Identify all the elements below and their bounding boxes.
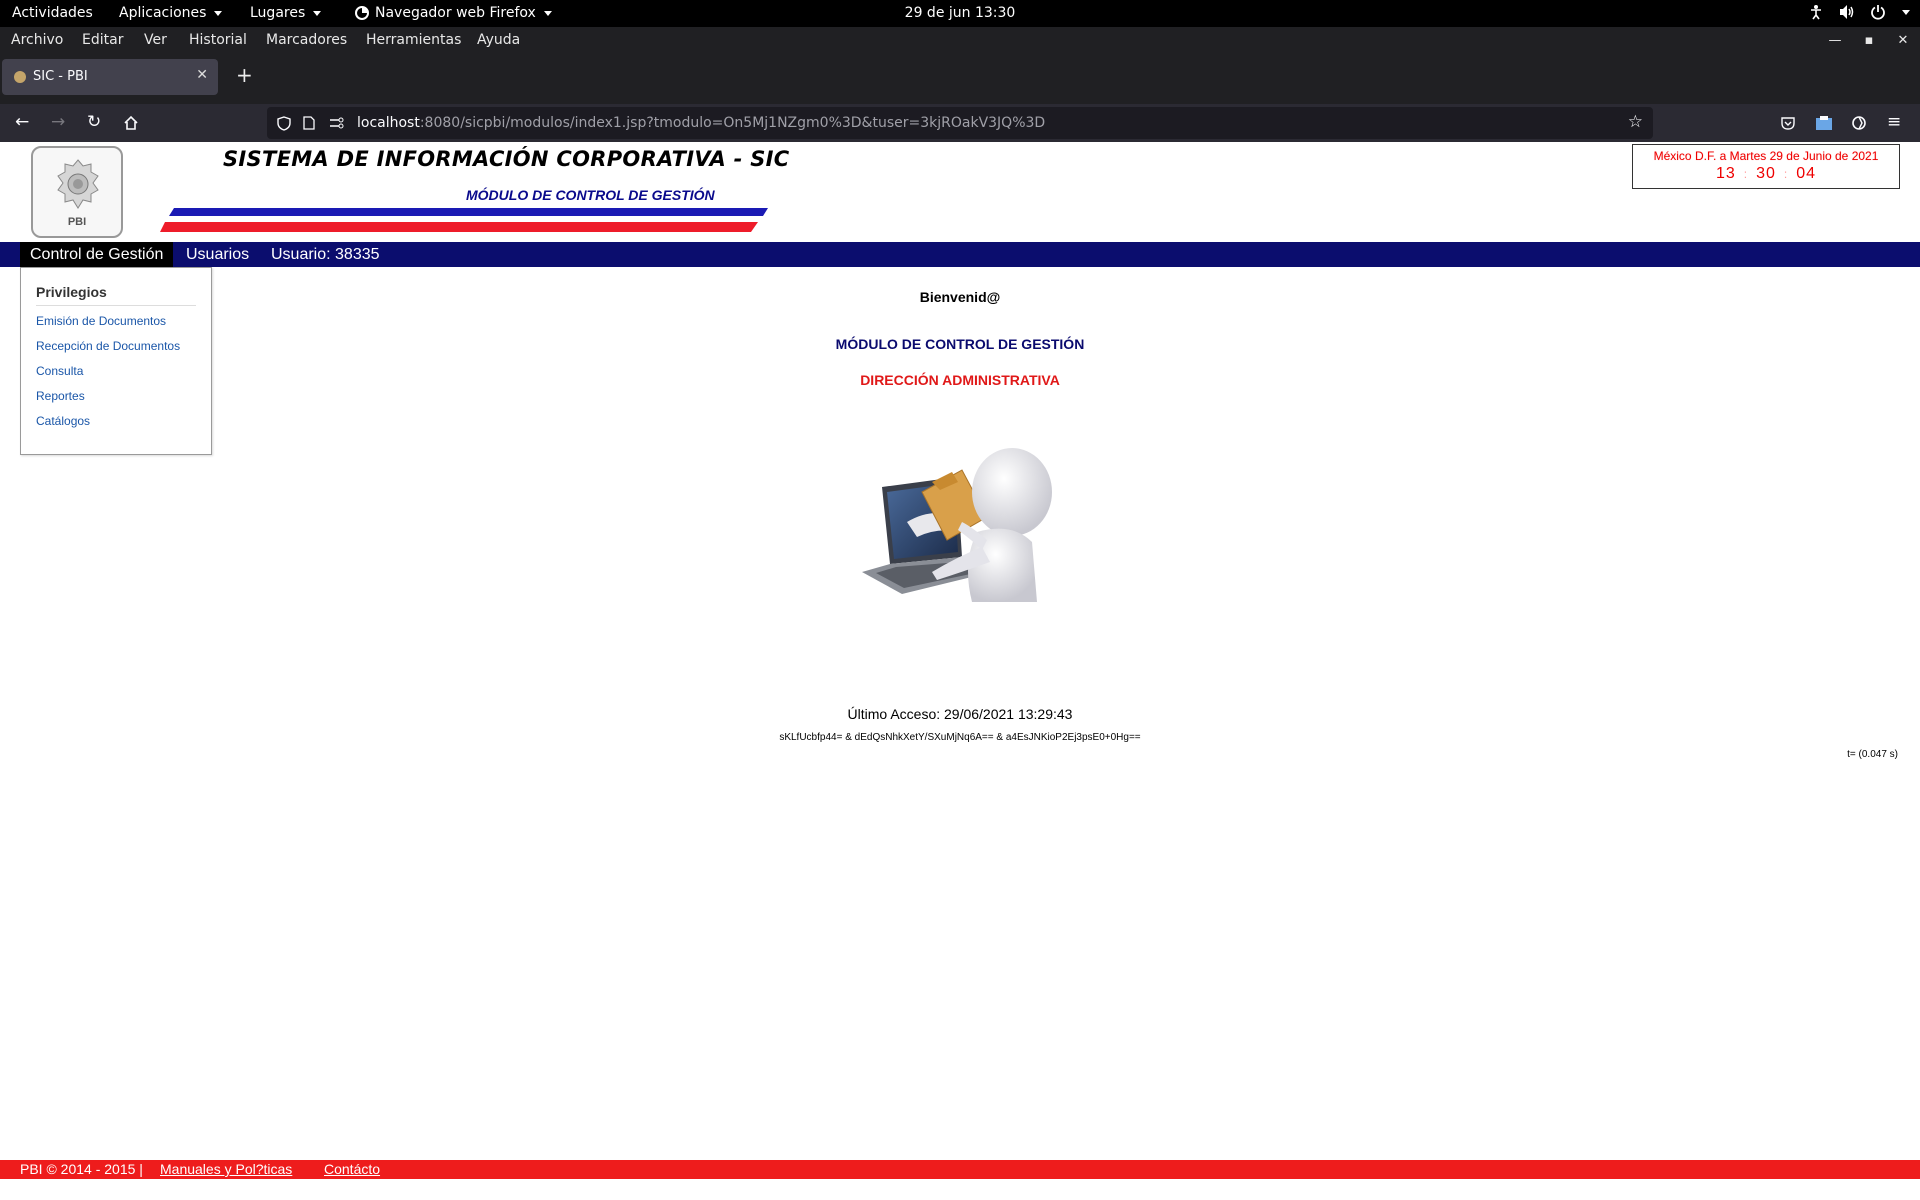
date-time-box: México D.F. a Martes 29 de Junio de 2021… bbox=[1632, 144, 1900, 189]
session-tokens: sKLfUcbfp44= & dEdQsNhkXetY/SXuMjNq6A== … bbox=[779, 732, 1141, 743]
clock-seconds: 04 bbox=[1796, 165, 1817, 182]
clock-hours: 13 bbox=[1715, 165, 1736, 182]
window-controls: — ▪ ✕ bbox=[1818, 33, 1920, 48]
accessibility-icon bbox=[1811, 5, 1821, 20]
system-title: SISTEMA DE INFORMACIÓN CORPORATIVA - SIC bbox=[223, 147, 790, 171]
date-text: México D.F. a Martes 29 de Junio de 2021 bbox=[1653, 149, 1879, 163]
last-access: Último Acceso: 29/06/2021 13:29:43 bbox=[847, 706, 1073, 722]
minimize-icon[interactable]: — bbox=[1818, 33, 1852, 48]
url-host: localhost bbox=[357, 115, 420, 131]
menu-ayuda[interactable]: Ayuda bbox=[477, 32, 520, 48]
header-stripes bbox=[160, 208, 768, 232]
new-tab-button[interactable]: + bbox=[236, 65, 253, 85]
menu-historial[interactable]: Historial bbox=[189, 32, 247, 48]
tab-bar: SIC - PBI ✕ + bbox=[0, 54, 1920, 104]
menu-archivo[interactable]: Archivo bbox=[11, 32, 63, 48]
pocket-icon[interactable] bbox=[1780, 116, 1796, 131]
reload-icon[interactable]: ↻ bbox=[87, 113, 101, 131]
power-icon bbox=[1871, 5, 1885, 20]
url-text[interactable]: localhost:8080/sicpbi/modulos/index1.jsp… bbox=[357, 115, 1045, 131]
home-icon[interactable] bbox=[123, 115, 139, 131]
web-page: PBI SISTEMA DE INFORMACIÓN CORPORATIVA -… bbox=[0, 142, 1920, 1200]
render-time: t= (0.047 s) bbox=[1847, 749, 1898, 760]
navigation-toolbar: ← → ↻ localhost:8080/sicpbi/modulos/inde… bbox=[0, 104, 1920, 142]
menu-herramientas[interactable]: Herramientas bbox=[366, 32, 461, 48]
module-heading: MÓDULO DE CONTROL DE GESTIÓN bbox=[835, 336, 1085, 352]
system-tray[interactable] bbox=[1808, 4, 1910, 20]
extension-screenshot-icon[interactable] bbox=[1815, 115, 1833, 131]
close-tab-icon[interactable]: ✕ bbox=[196, 67, 208, 83]
contact-link[interactable]: Contácto bbox=[324, 1161, 380, 1177]
clock[interactable]: 29 de jun 13:30 bbox=[0, 5, 1920, 21]
link-catalogos[interactable]: Catálogos bbox=[36, 414, 90, 428]
forward-icon[interactable]: → bbox=[51, 113, 65, 131]
permissions-icon[interactable] bbox=[329, 117, 345, 129]
chevron-down-icon bbox=[1902, 9, 1910, 15]
url-path: :8080/sicpbi/modulos/index1.jsp?tmodulo=… bbox=[419, 115, 1046, 131]
tab-title: SIC - PBI bbox=[33, 69, 88, 84]
maximize-icon[interactable]: ▪ bbox=[1852, 33, 1886, 48]
nav-usuario-id: Usuario: 38335 bbox=[271, 246, 380, 263]
logo-text: PBI bbox=[67, 216, 87, 228]
hamburger-menu-icon[interactable]: ≡ bbox=[1887, 113, 1901, 131]
main-nav: Control de Gestión Usuarios Usuario: 383… bbox=[0, 242, 1920, 267]
back-icon[interactable]: ← bbox=[15, 113, 29, 131]
volume-icon bbox=[1840, 5, 1854, 19]
menu-editar[interactable]: Editar bbox=[82, 32, 123, 48]
link-reportes[interactable]: Reportes bbox=[36, 389, 85, 403]
gnome-top-bar: Actividades Aplicaciones Lugares Navegad… bbox=[0, 0, 1920, 27]
firefox-menubar: Archivo Editar Ver Historial Marcadores … bbox=[0, 27, 1920, 54]
nav-control-gestion[interactable]: Control de Gestión bbox=[20, 242, 174, 267]
page-info-icon[interactable] bbox=[303, 116, 315, 130]
shield-icon[interactable] bbox=[277, 116, 291, 131]
address-bar[interactable]: localhost:8080/sicpbi/modulos/index1.jsp… bbox=[267, 107, 1653, 139]
extension-icon[interactable] bbox=[1851, 115, 1867, 131]
module-subtitle: MÓDULO DE CONTROL DE GESTIÓN bbox=[466, 187, 715, 203]
menu-ver[interactable]: Ver bbox=[144, 32, 167, 48]
favicon-icon bbox=[14, 71, 26, 83]
menu-marcadores[interactable]: Marcadores bbox=[266, 32, 347, 48]
footer-bar: PBI © 2014 - 2015 | Manuales y Pol?ticas… bbox=[0, 1160, 1920, 1179]
welcome-text: Bienvenid@ bbox=[919, 289, 1001, 305]
tab-sic-pbi[interactable]: SIC - PBI ✕ bbox=[2, 59, 218, 95]
manuals-link[interactable]: Manuales y Pol?ticas bbox=[160, 1161, 292, 1177]
link-emision-documentos[interactable]: Emisión de Documentos bbox=[36, 314, 166, 328]
live-clock: 13:30:04 bbox=[1715, 165, 1817, 182]
direction-heading: DIRECCIÓN ADMINISTRATIVA bbox=[860, 372, 1060, 388]
user-computer-illustration bbox=[862, 448, 1052, 602]
pbi-logo: PBI bbox=[31, 146, 123, 238]
bookmark-star-icon[interactable]: ☆ bbox=[1628, 112, 1643, 132]
close-icon[interactable]: ✕ bbox=[1886, 33, 1920, 48]
clock-minutes: 30 bbox=[1756, 165, 1776, 182]
copyright-text: PBI © 2014 - 2015 | bbox=[20, 1161, 143, 1177]
nav-usuarios[interactable]: Usuarios bbox=[186, 242, 249, 267]
emblem-icon bbox=[57, 159, 99, 209]
